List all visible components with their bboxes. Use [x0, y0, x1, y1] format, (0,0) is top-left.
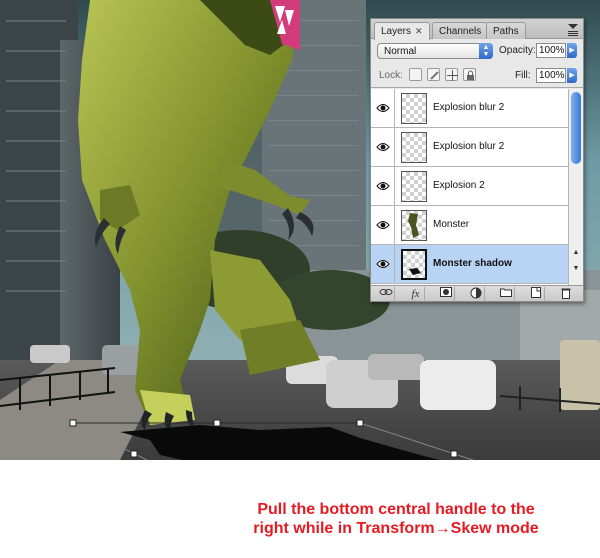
lock-row: Lock: Fill: 100% ▶ [371, 64, 583, 88]
scroll-down-icon[interactable]: ▼ [569, 265, 583, 277]
layer-row[interactable]: Monster [371, 206, 568, 245]
new-layer-icon[interactable] [527, 287, 545, 301]
blend-mode-value: Normal [384, 46, 417, 57]
layer-name: Explosion blur 2 [433, 102, 505, 113]
layers-panel: Layers ✕ Channels Paths Normal ▲ ▼ Opacity… [370, 18, 584, 302]
tab-paths[interactable]: Paths [486, 22, 526, 39]
layer-thumbnail [401, 171, 427, 202]
folder-icon[interactable] [497, 287, 515, 301]
layer-row-selected[interactable]: Monster shadow [371, 245, 568, 284]
instruction-caption: Pull the bottom central handle to the ri… [0, 460, 600, 558]
tab-channels[interactable]: Channels [432, 22, 489, 39]
caption-line-2: right while in Transform→Skew mode [253, 520, 539, 537]
visibility-toggle[interactable] [371, 128, 395, 166]
tab-layers-label: Layers [381, 26, 412, 37]
layer-thumbnail [401, 93, 427, 124]
blend-mode-select[interactable]: Normal ▲ ▼ [377, 43, 493, 59]
layer-name: Monster shadow [433, 258, 512, 269]
layer-thumbnail-monster [401, 210, 427, 241]
visibility-toggle[interactable] [371, 206, 395, 244]
layer-name: Explosion blur 2 [433, 141, 505, 152]
lock-transparency-icon[interactable] [409, 68, 422, 81]
fill-field[interactable]: 100% [536, 68, 566, 83]
link-icon[interactable] [377, 287, 395, 301]
chevron-updown-icon: ▲ ▼ [479, 43, 493, 59]
close-icon[interactable]: ✕ [415, 26, 423, 36]
layer-thumbnail [401, 132, 427, 163]
fx-icon[interactable]: fx [407, 287, 425, 301]
fill-label: Fill: [515, 70, 531, 81]
layer-row[interactable]: Explosion blur 2 [371, 128, 568, 167]
fill-arrow-icon[interactable]: ▶ [567, 68, 577, 83]
lock-all-icon[interactable] [463, 68, 476, 81]
scroll-up-icon[interactable]: ▲ [569, 249, 583, 261]
blend-row: Normal ▲ ▼ Opacity: 100% ▶ [371, 40, 583, 62]
panel-tab-bar: Layers ✕ Channels Paths [371, 19, 583, 40]
mask-icon[interactable] [437, 287, 455, 301]
layer-name: Monster [433, 219, 470, 230]
opacity-field[interactable]: 100% [536, 43, 566, 58]
tab-layers[interactable]: Layers ✕ [374, 22, 430, 40]
tab-paths-label: Paths [493, 26, 519, 37]
layer-list: Explosion blur 2 Explosion blur 2 Explos… [371, 89, 568, 285]
visibility-toggle[interactable] [371, 89, 395, 127]
lock-position-icon[interactable] [445, 68, 458, 81]
panel-menu-icon[interactable] [566, 21, 580, 37]
adjustment-icon[interactable] [467, 287, 485, 301]
tab-channels-label: Channels [439, 26, 482, 37]
panel-footer: fx [371, 285, 583, 301]
eye-icon [376, 143, 390, 151]
layer-row[interactable]: Explosion blur 2 [371, 89, 568, 128]
layer-row[interactable]: Explosion 2 [371, 167, 568, 206]
layer-thumbnail-shadow [401, 249, 427, 280]
lock-pixels-icon[interactable] [427, 68, 440, 81]
trash-icon[interactable] [557, 287, 575, 301]
eye-icon [376, 221, 390, 229]
opacity-label: Opacity: [499, 45, 536, 56]
visibility-toggle[interactable] [371, 167, 395, 205]
eye-icon [376, 182, 390, 190]
caption-text: Pull the bottom central handle to the ri… [226, 500, 566, 538]
lock-label: Lock: [379, 70, 403, 81]
eye-icon [376, 104, 390, 112]
eye-icon [376, 260, 390, 268]
layer-name: Explosion 2 [433, 180, 485, 191]
visibility-toggle[interactable] [371, 245, 395, 283]
layer-list-scrollbar[interactable]: ▲ ▼ [568, 89, 583, 285]
scroll-thumb[interactable] [571, 92, 581, 164]
opacity-arrow-icon[interactable]: ▶ [567, 43, 577, 58]
caption-line-1: Pull the bottom central handle to the [257, 501, 535, 518]
